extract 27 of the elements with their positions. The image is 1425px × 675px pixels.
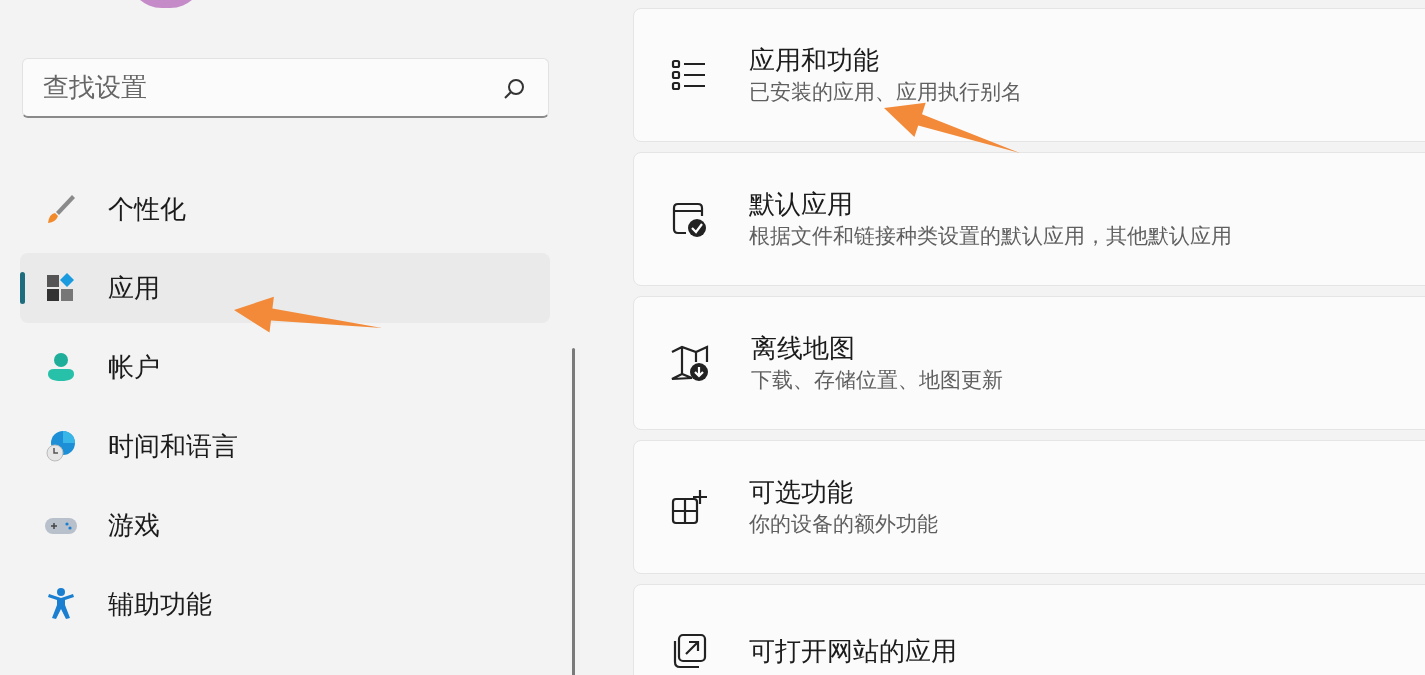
card-title: 离线地图 (751, 332, 856, 365)
nav-item[interactable]: 游戏 (20, 490, 550, 560)
card-subtitle: 根据文件和链接种类设置的默认应用，其他默认应用 (749, 223, 1232, 249)
settings-card[interactable]: 可打开网站的应用 (633, 584, 1425, 675)
search-icon (502, 77, 526, 101)
nav-item[interactable]: 辅助功能 (20, 569, 550, 639)
window-check-icon (670, 200, 708, 238)
nav-item[interactable]: 帐户 (20, 332, 550, 402)
settings-card[interactable]: 应用和功能 已安装的应用、应用执行别名 (633, 8, 1425, 142)
card-subtitle: 已安装的应用、应用执行别名 (749, 79, 1022, 105)
nav-item[interactable]: 个性化 (20, 174, 550, 244)
card-title: 默认应用 (749, 188, 854, 221)
map-download-icon (670, 344, 710, 382)
settings-card[interactable]: 离线地图 下载、存储位置、地图更新 (633, 296, 1425, 430)
selection-indicator (20, 272, 25, 304)
card-subtitle: 下载、存储位置、地图更新 (751, 367, 1003, 393)
settings-card[interactable]: 可选功能 你的设备的额外功能 (633, 440, 1425, 574)
globe-clock-icon (44, 429, 78, 463)
card-subtitle: 你的设备的额外功能 (749, 511, 938, 537)
settings-card[interactable]: 默认应用 根据文件和链接种类设置的默认应用，其他默认应用 (633, 152, 1425, 286)
card-title: 可打开网站的应用 (749, 635, 957, 668)
card-title: 应用和功能 (749, 44, 880, 77)
search-field[interactable]: 查找设置 (22, 58, 549, 118)
nav-item[interactable]: 时间和语言 (20, 411, 550, 481)
grid-plus-icon (670, 488, 708, 526)
nav-item[interactable]: 应用 (20, 253, 550, 323)
card-title: 可选功能 (749, 476, 854, 509)
